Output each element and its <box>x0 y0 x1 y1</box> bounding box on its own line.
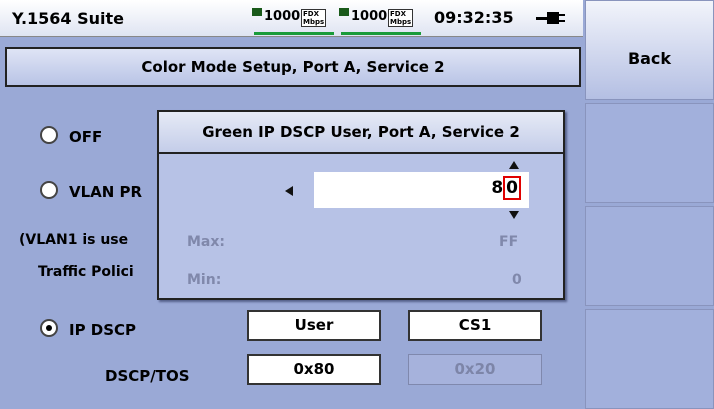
link2-unit: Mbps <box>390 18 412 26</box>
link1-duplex-badge: FDX Mbps <box>301 9 327 27</box>
radio-selected-dot <box>46 325 52 331</box>
back-button[interactable]: Back <box>585 0 714 100</box>
app-title: Y.1564 Suite <box>12 9 125 28</box>
value-text: 80 <box>491 176 521 200</box>
softkey-2[interactable] <box>585 103 714 203</box>
min-value: 0 <box>512 272 522 288</box>
radio-vlan-priority[interactable] <box>40 181 58 199</box>
link-port-icon <box>252 8 262 16</box>
page-title: Color Mode Setup, Port A, Service 2 <box>5 47 581 87</box>
dscp-tos-label: DSCP/TOS <box>105 367 190 385</box>
dscp-tos-secondary-field: 0x20 <box>408 354 542 385</box>
min-label: Min: <box>187 272 222 288</box>
clock: 09:32:35 <box>434 8 514 27</box>
value-cursor-digit[interactable]: 0 <box>503 176 521 200</box>
back-button-label: Back <box>627 49 672 68</box>
dialog-title: Green IP DSCP User, Port A, Service 2 <box>159 112 563 154</box>
softkey-panel: Back <box>583 0 714 409</box>
status-header: Y.1564 Suite 1000 FDX Mbps 1000 FDX Mbps 0… <box>0 0 583 37</box>
link1-unit: Mbps <box>303 18 325 26</box>
link1-speed: 1000 <box>264 9 301 24</box>
max-value: FF <box>499 234 519 250</box>
decrement-arrow-icon[interactable] <box>509 211 519 219</box>
vlan-note: (VLAN1 is use <box>19 232 129 248</box>
dscp-mode-field[interactable]: User <box>247 310 381 341</box>
link2-status-bar <box>341 32 421 35</box>
value-input[interactable]: 80 <box>314 172 529 208</box>
ac-plug-icon <box>536 12 565 24</box>
link2-duplex: FDX <box>390 10 406 18</box>
increment-arrow-icon[interactable] <box>509 161 519 169</box>
radio-off[interactable] <box>40 126 58 144</box>
option-ip-dscp-label: IP DSCP <box>69 321 137 339</box>
link-port-icon <box>339 8 349 16</box>
link2-speed: 1000 <box>351 9 388 24</box>
cursor-left-arrow-icon[interactable] <box>285 186 293 196</box>
value-entry-dialog: Green IP DSCP User, Port A, Service 2 80… <box>157 110 565 300</box>
value-prefix: 8 <box>491 178 504 198</box>
softkey-3[interactable] <box>585 206 714 306</box>
main-panel: Y.1564 Suite 1000 FDX Mbps 1000 FDX Mbps 0… <box>0 0 583 408</box>
radio-ip-dscp[interactable] <box>40 319 58 337</box>
softkey-4[interactable] <box>585 309 714 409</box>
dscp-tos-field[interactable]: 0x80 <box>247 354 381 385</box>
option-vlan-label: VLAN PR <box>69 183 143 201</box>
link1-duplex: FDX <box>303 10 319 18</box>
traffic-policing-label: Traffic Polici <box>38 264 134 280</box>
option-off-label: OFF <box>69 128 103 146</box>
max-label: Max: <box>187 234 226 250</box>
link1-status-bar <box>254 32 334 35</box>
link2-duplex-badge: FDX Mbps <box>388 9 414 27</box>
dscp-class-field[interactable]: CS1 <box>408 310 542 341</box>
